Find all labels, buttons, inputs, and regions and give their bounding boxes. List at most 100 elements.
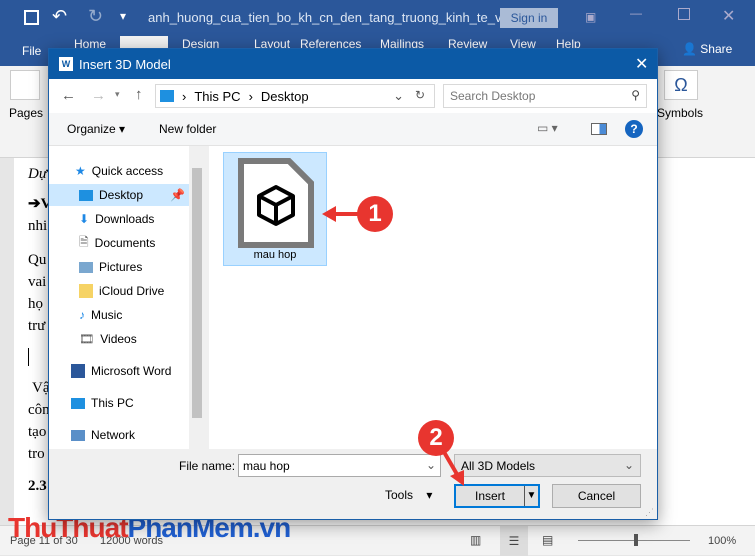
text-cursor [28,348,29,366]
recent-locations-icon[interactable]: ▾ [115,89,120,100]
close-icon[interactable]: ✕ [722,6,735,26]
dialog-title: Insert 3D Model [79,57,171,72]
video-icon: 🎞 [79,332,95,346]
organize-button[interactable]: Organize ▾ [67,122,125,136]
pages-icon[interactable] [10,70,40,100]
zoom-slider-thumb[interactable] [634,534,638,546]
sign-in-button[interactable]: Sign in [500,8,558,28]
nav-downloads[interactable]: ⬇ Downloads [49,208,189,230]
preview-pane-icon[interactable] [591,123,607,135]
breadcrumb-desktop[interactable]: Desktop [261,89,309,104]
doc-text: tạo [28,424,47,440]
file-name-dropdown-icon[interactable]: ⌄ [426,458,436,472]
nav-microsoft-word[interactable]: Microsoft Word [49,360,189,382]
doc-text: nhi [28,218,48,234]
doc-text: trư [28,318,46,334]
refresh-icon[interactable]: ↻ [415,88,425,102]
share-label: Share [700,42,733,56]
share-button[interactable]: 👤 Share [682,42,732,56]
nav-label: Quick access [91,164,164,178]
pages-button[interactable]: Pages [9,106,43,120]
address-bar[interactable]: › This PC › Desktop ⌄ [155,84,435,108]
document-icon: 🗎 [79,234,89,249]
network-icon [71,429,85,441]
nav-this-pc[interactable]: This PC [49,392,189,414]
nav-label: Downloads [95,212,155,226]
doc-text: côn [28,402,50,418]
ribbon-display-icon[interactable]: ▣ [585,10,596,24]
zoom-level[interactable]: 100% [708,535,736,547]
tools-label: Tools [385,488,414,502]
file-name: mau hop [253,249,297,261]
forward-icon[interactable]: → [91,87,106,104]
cancel-button[interactable]: Cancel [552,484,641,508]
file-type-select[interactable]: All 3D Models ⌄ [454,454,641,477]
search-input[interactable]: Search Desktop ⚲ [443,84,647,108]
zoom-slider[interactable] [578,534,690,546]
pin-icon[interactable]: 📌 [170,188,185,202]
tools-button[interactable]: Tools ▾ [385,488,432,502]
music-icon: ♪ [79,308,85,322]
scrollbar-thumb[interactable] [192,168,202,418]
nav-pictures[interactable]: Pictures [49,256,189,278]
download-icon: ⬇ [79,212,90,226]
breadcrumb-sep: › [248,88,253,104]
address-dropdown-icon[interactable]: ⌄ [393,88,404,104]
maximize-icon[interactable] [678,8,690,20]
web-layout-icon[interactable]: ▤ [542,533,553,547]
help-icon[interactable]: ? [625,120,643,138]
redo-icon[interactable]: ↻ [88,6,103,27]
nav-label: Music [91,308,123,322]
desktop-icon [79,189,93,201]
insert-3d-model-dialog: W Insert 3D Model ✕ ← → ▾ ↑ › This PC › … [48,48,658,520]
doc-text: Vậ [32,380,50,396]
nav-network[interactable]: Network [49,424,189,446]
search-icon[interactable]: ⚲ [631,88,640,102]
file-type-dropdown-icon[interactable]: ⌄ [624,458,634,472]
nav-quick-access[interactable]: ★ Quick access [49,160,189,182]
nav-desktop[interactable]: Desktop 📌 [49,184,189,206]
resize-grip-icon[interactable]: ⋰ [645,507,654,518]
read-mode-icon[interactable]: ▥ [470,533,481,547]
file-item[interactable]: mau hop [223,152,327,266]
nav-label: Network [91,428,136,442]
dialog-close-icon[interactable]: ✕ [635,54,648,74]
file-name-value: mau hop [243,459,290,473]
nav-label: Videos [100,332,137,346]
up-icon[interactable]: ↑ [135,86,143,103]
dialog-title-bar: W Insert 3D Model ✕ [49,49,657,79]
nav-icloud-drive[interactable]: iCloud Drive [49,280,189,302]
file-name-label: File name: [179,459,236,473]
this-pc-icon [160,90,174,102]
insert-dropdown-icon[interactable]: ▼ [524,486,538,506]
breadcrumb-this-pc[interactable]: This PC [194,89,240,104]
search-placeholder: Search Desktop [450,89,536,103]
nav-scrollbar[interactable] [189,146,205,449]
cancel-label: Cancel [577,489,616,503]
organize-label: Organize [67,122,116,136]
save-icon[interactable] [24,10,39,25]
dialog-toolbar: Organize ▾ New folder ▭ ▾ ? [49,113,657,146]
nav-music[interactable]: ♪ Music [49,304,189,326]
symbols-button[interactable]: Symbols [657,106,703,120]
new-folder-button[interactable]: New folder [159,122,216,136]
nav-documents[interactable]: 🗎 Documents [49,232,189,254]
symbol-omega-icon[interactable]: Ω [664,70,698,100]
customize-toolbar-icon[interactable]: ▾ [120,9,126,23]
annotation-arrow-1 [322,206,358,222]
annotation-number: 2 [429,424,443,451]
minimize-icon[interactable]: — [630,6,642,20]
file-name-input[interactable]: mau hop ⌄ [238,454,441,477]
undo-icon[interactable]: ↶ [52,6,67,27]
doc-text: tro [28,446,45,462]
breadcrumb-sep: › [182,88,187,104]
nav-label: Microsoft Word [91,364,172,378]
nav-label: Pictures [99,260,143,274]
print-layout-icon[interactable]: ☰ [500,526,528,556]
tab-file[interactable]: File [22,44,41,58]
back-icon[interactable]: ← [61,87,76,104]
change-view-icon[interactable]: ▭ ▾ [537,121,558,135]
doc-text: vai [28,274,47,290]
folder-icon [79,284,93,298]
nav-videos[interactable]: 🎞 Videos [49,328,189,350]
